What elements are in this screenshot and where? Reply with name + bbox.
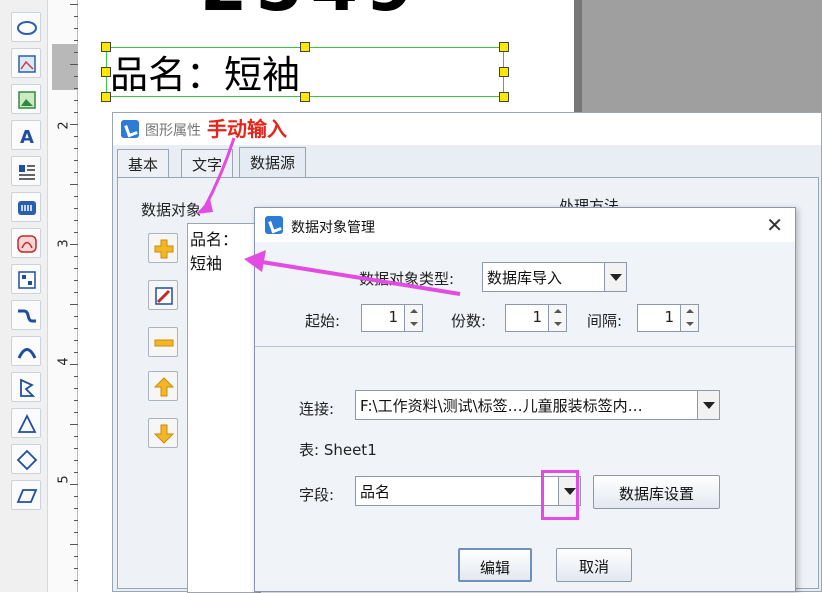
- arrow-to-data-object: [196, 137, 236, 214]
- annotation-arrows: [196, 137, 461, 296]
- arrow-to-list-item: [244, 250, 461, 296]
